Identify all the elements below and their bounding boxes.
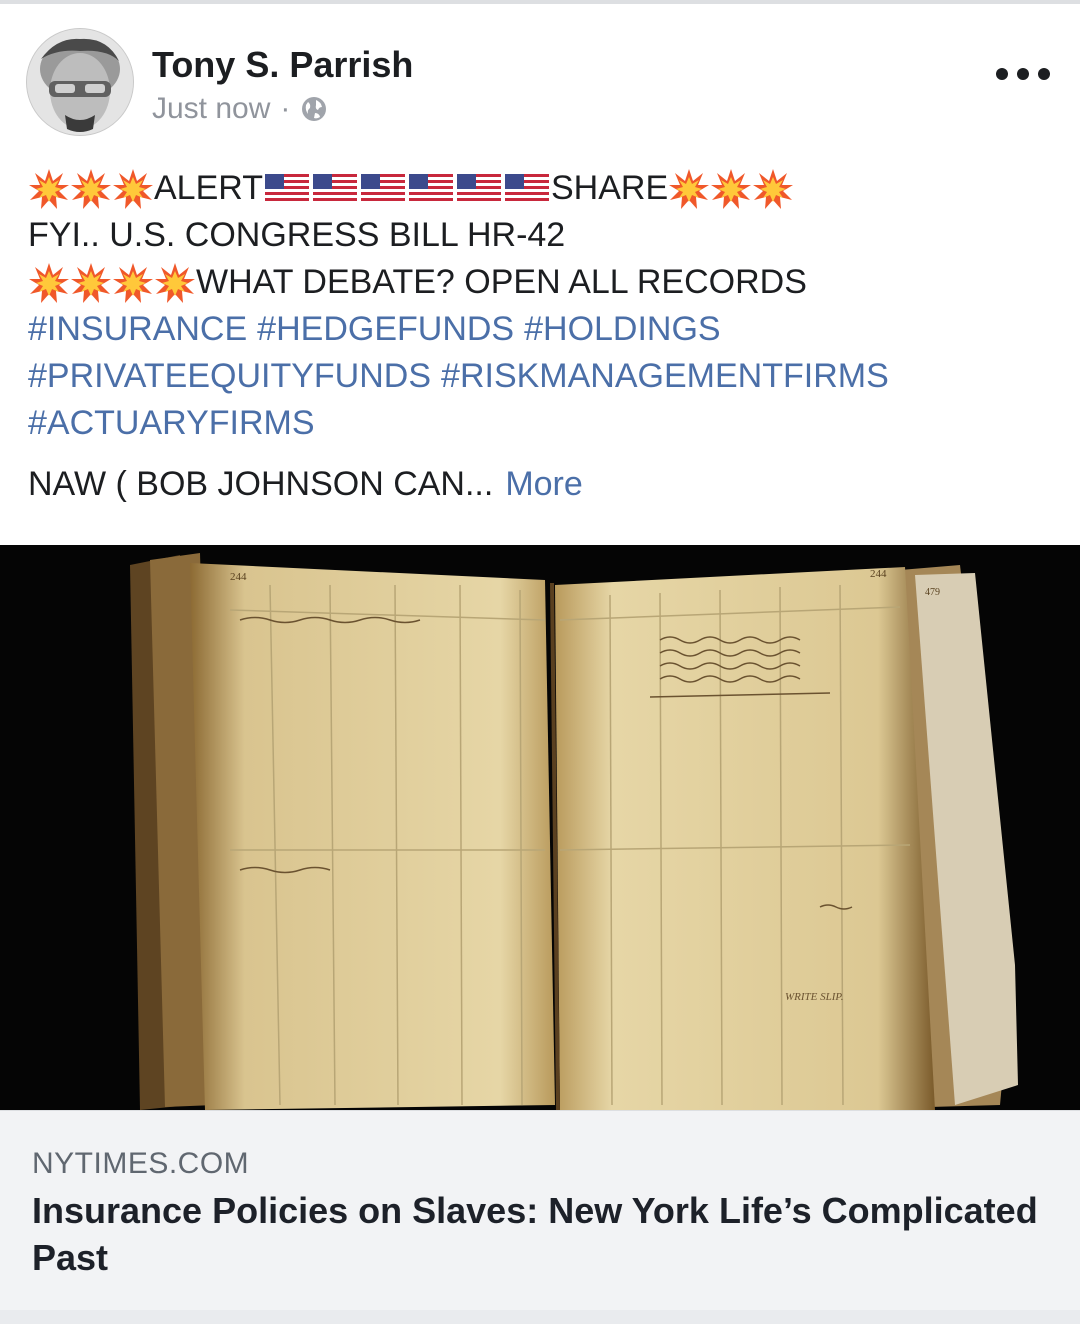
bill-line: FYI.. U.S. CONGRESS BILL HR-42 xyxy=(28,216,566,254)
us-flag-icon xyxy=(313,174,357,204)
alert-label: ALERT xyxy=(154,169,263,207)
tab-number: 479 xyxy=(925,587,940,598)
collision-emoji-icon xyxy=(752,168,794,210)
collision-emoji-icon xyxy=(112,262,154,304)
timestamp[interactable]: Just now xyxy=(152,92,270,126)
post-header: Tony S. Parrish Just now · xyxy=(0,0,1080,150)
truncated-text: NAW ( BOB JOHNSON CAN... xyxy=(28,465,494,503)
hashtag-link[interactable]: #PRIVATEEQUITYFUNDS xyxy=(28,353,431,400)
stamp-text: WRITE SLIP. xyxy=(785,991,843,1003)
page-number-left: 244 xyxy=(230,571,247,583)
link-preview-image[interactable]: 244 244 479 WRITE SLIP. xyxy=(0,545,1080,1110)
author-name[interactable]: Tony S. Parrish xyxy=(152,44,413,86)
avatar[interactable] xyxy=(26,28,134,136)
more-options-icon[interactable] xyxy=(996,60,1050,88)
menu-dot xyxy=(1038,68,1050,80)
truncated-text-line: NAW ( BOB JOHNSON CAN... More xyxy=(28,461,1058,508)
us-flag-icon xyxy=(361,174,405,204)
share-label: SHARE xyxy=(550,169,669,207)
debate-line: WHAT DEBATE? OPEN ALL RECORDS xyxy=(28,259,1058,306)
ledger-book-image: 244 244 479 WRITE SLIP. xyxy=(0,545,1080,1110)
us-flag-icon xyxy=(457,174,501,204)
see-more-link[interactable]: More xyxy=(505,461,582,508)
collision-emoji-icon xyxy=(710,168,752,210)
debate-text: WHAT DEBATE? OPEN ALL RECORDS xyxy=(196,263,807,301)
collision-emoji-icon xyxy=(668,168,710,210)
hashtag-link[interactable]: #RISKMANAGEMENTFIRMS xyxy=(441,353,889,400)
us-flag-icon xyxy=(409,174,453,204)
menu-dot xyxy=(1017,68,1029,80)
bottom-divider xyxy=(0,1310,1080,1324)
hashtag-link[interactable]: #HEDGEFUNDS xyxy=(257,306,514,353)
alert-line: ALERT SHARE xyxy=(28,165,1058,212)
page-number-right: 244 xyxy=(870,568,887,580)
collision-emoji-icon xyxy=(70,262,112,304)
collision-emoji-icon xyxy=(112,168,154,210)
hashtag-link[interactable]: #INSURANCE xyxy=(28,306,247,353)
post-meta: Just now · xyxy=(152,92,328,126)
meta-separator: · xyxy=(280,92,291,125)
menu-dot xyxy=(996,68,1008,80)
link-domain: NYTIMES.COM xyxy=(32,1147,250,1180)
avatar-image xyxy=(27,29,133,135)
collision-emoji-icon xyxy=(28,262,70,304)
globe-icon xyxy=(302,97,327,121)
collision-emoji-icon xyxy=(154,262,196,304)
hashtag-list: #INSURANCE #HEDGEFUNDS #HOLDINGS #PRIVAT… xyxy=(28,306,1058,447)
hashtag-link[interactable]: #ACTUARYFIRMS xyxy=(28,400,315,447)
us-flag-icon xyxy=(265,174,309,204)
link-preview-info[interactable]: NYTIMES.COM Insurance Policies on Slaves… xyxy=(0,1110,1080,1311)
post-text: ALERT SHARE FYI.. U.S. CONGRESS BILL HR-… xyxy=(28,165,1058,508)
hashtag-link[interactable]: #HOLDINGS xyxy=(524,306,721,353)
collision-emoji-icon xyxy=(70,168,112,210)
link-title[interactable]: Insurance Policies on Slaves: New York L… xyxy=(32,1187,1062,1281)
us-flag-icon xyxy=(505,174,549,204)
collision-emoji-icon xyxy=(28,168,70,210)
